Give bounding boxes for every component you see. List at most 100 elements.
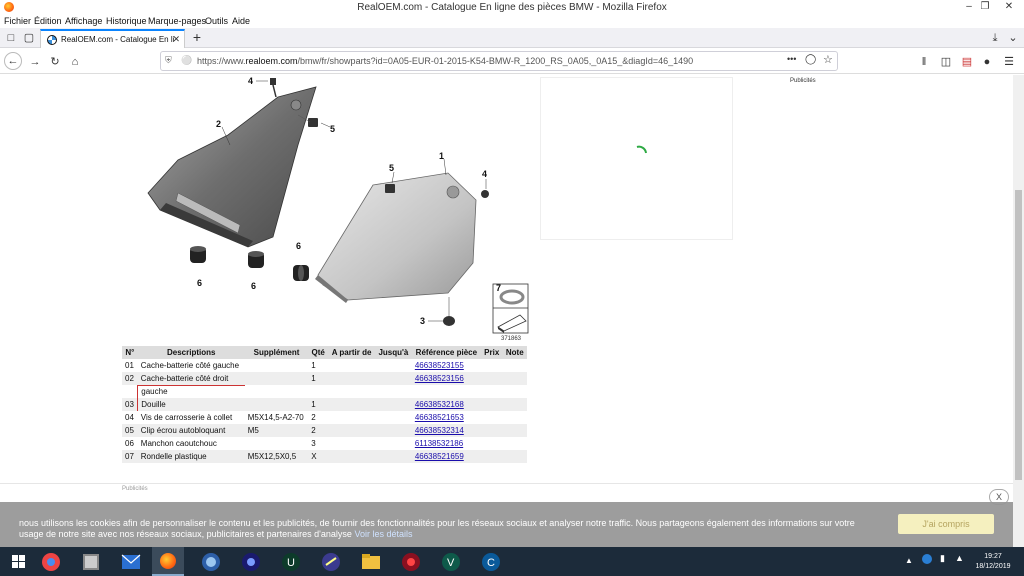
part-6-grommet-a xyxy=(190,246,206,263)
network-icon[interactable]: ▲ xyxy=(955,553,964,563)
callout-5-right: 5 xyxy=(389,163,394,173)
download-icon[interactable]: ⤓ xyxy=(986,29,1004,47)
menu-affichage[interactable]: Affichage xyxy=(65,16,102,26)
loading-spinner-icon xyxy=(636,145,647,154)
menu-marque-pages[interactable]: Marque-pages xyxy=(148,16,206,26)
sidebar-toggle-icon[interactable]: ◫ xyxy=(937,53,955,71)
tray-app-icon[interactable] xyxy=(922,554,932,564)
firefox-taskbar-button[interactable] xyxy=(152,547,184,576)
tab-close-icon[interactable]: ✕ xyxy=(172,34,180,45)
part-link[interactable]: 46638521659 xyxy=(415,452,464,461)
ad-label-bottom: Publicités xyxy=(122,486,148,492)
menu-aide[interactable]: Aide xyxy=(232,16,250,26)
col-number: N° xyxy=(122,346,138,359)
ad-label-right: Publicités xyxy=(790,78,816,84)
forward-button[interactable]: → xyxy=(26,53,44,71)
windows-taskbar: U V C ▲ ▮ ▲ 19:27 18/12/2019 xyxy=(0,547,1024,576)
table-row-note: gauche xyxy=(122,384,527,398)
col-until: Jusqu'à xyxy=(375,346,412,359)
pocket-icon[interactable]: ◯ xyxy=(805,54,816,65)
home-icon[interactable]: ⌂ xyxy=(66,53,84,71)
col-description: Descriptions xyxy=(137,346,245,359)
cookie-accept-button[interactable]: J'ai compris xyxy=(898,514,994,534)
part-1-cover-right xyxy=(315,172,477,303)
app-icon[interactable]: V xyxy=(436,550,466,574)
callout-4-top: 4 xyxy=(248,76,253,86)
callout-7: 7 xyxy=(496,283,501,293)
callout-4-right: 4 xyxy=(482,169,487,179)
app-icon[interactable]: U xyxy=(276,550,306,574)
part-link[interactable]: 46638521653 xyxy=(415,413,464,422)
table-row: 05 Clip écrou autobloquant M5 2 46638532… xyxy=(122,424,527,437)
diagram-ref-number: 371863 xyxy=(501,336,522,342)
page-actions-icon[interactable]: ••• xyxy=(787,54,796,64)
cookie-banner: nous utilisons les cookies afin de perso… xyxy=(0,502,1013,547)
part-2-cover-left xyxy=(147,86,317,248)
battery-icon[interactable]: ▮ xyxy=(940,553,945,564)
callout-3: 3 xyxy=(420,316,425,326)
library-icon[interactable]: ‖ xyxy=(915,53,933,71)
new-tab-button[interactable]: + xyxy=(188,29,206,47)
table-row: 03 Douille 1 46638532168 xyxy=(122,398,527,411)
windows-start-icon[interactable] xyxy=(4,550,34,574)
mail-icon[interactable] xyxy=(116,550,146,574)
reload-button[interactable]: ↻ xyxy=(46,53,64,71)
menu-fichier[interactable]: Fichier xyxy=(4,16,31,26)
chrome-icon[interactable] xyxy=(36,550,66,574)
window-title: RealOEM.com - Catalogue En ligne des piè… xyxy=(357,2,667,13)
scrollbar-thumb[interactable] xyxy=(1015,190,1022,480)
sidebar-icon[interactable]: ▢ xyxy=(20,29,38,47)
back-button[interactable]: ← xyxy=(4,52,22,70)
callout-1: 1 xyxy=(439,151,444,161)
navigation-bar: ← → ↻ ⌂ ⛨ ⚪ https://www.realoem.com/bmw/… xyxy=(0,48,1024,74)
col-from: A partir de xyxy=(328,346,375,359)
menu-edition[interactable]: Édition xyxy=(34,16,62,26)
app-icon[interactable] xyxy=(316,550,346,574)
part-6-grommet-b xyxy=(248,251,264,268)
part-link[interactable]: 61138532186 xyxy=(415,439,463,448)
lock-icon[interactable]: ⚪ xyxy=(181,55,192,66)
tab-list-icon[interactable]: □ xyxy=(2,29,20,47)
overflow-icon[interactable]: ⌄ xyxy=(1004,29,1022,47)
globe-app-icon[interactable] xyxy=(196,550,226,574)
menu-outils[interactable]: Outils xyxy=(205,16,228,26)
table-row: 07 Rondelle plastique M5X12,5X0,5 X 4663… xyxy=(122,450,527,463)
window-titlebar: RealOEM.com - Catalogue En ligne des piè… xyxy=(0,0,1024,14)
part-7-inset: 7 xyxy=(492,283,529,334)
col-price: Prix xyxy=(480,346,503,359)
app-icon[interactable]: C xyxy=(476,550,506,574)
app-icon[interactable] xyxy=(76,550,106,574)
table-row: 06 Manchon caoutchouc 3 61138532186 xyxy=(122,437,527,450)
table-row: 04 Vis de carrosserie à collet M5X14,5-A… xyxy=(122,411,527,424)
cookie-details-link[interactable]: Voir les détails xyxy=(354,529,412,539)
tab-bar: □ ▢ RealOEM.com - Catalogue En li ✕ + ⤓ … xyxy=(0,28,1024,48)
part-4-screw-top xyxy=(270,78,277,98)
part-link[interactable]: 46638532168 xyxy=(415,400,464,409)
part-link[interactable]: 46638523156 xyxy=(415,374,464,383)
taskbar-clock[interactable]: 19:27 18/12/2019 xyxy=(968,552,1018,572)
svg-text:U: U xyxy=(287,557,295,569)
col-quantity: Qté xyxy=(308,346,329,359)
part-link[interactable]: 46638532314 xyxy=(415,426,464,435)
firefox-taskbar-icon xyxy=(160,553,176,569)
page-content: 4 2 5 1 5 4 6 6 6 3 7 371863 Publicités xyxy=(0,75,1013,547)
shield-icon[interactable]: ⛨ xyxy=(165,55,172,66)
table-header-row: N° Descriptions Supplément Qté A partir … xyxy=(122,346,527,359)
annotation-text: gauche xyxy=(137,384,245,398)
tray-chevron-icon[interactable]: ▲ xyxy=(905,556,913,565)
hamburger-menu-icon[interactable]: ☰ xyxy=(1000,53,1018,71)
ad-box xyxy=(540,77,733,240)
url-bar[interactable]: ⛨ ⚪ https://www.realoem.com/bmw/fr/showp… xyxy=(160,51,838,71)
part-link[interactable]: 46638523155 xyxy=(415,361,464,370)
tab-realoem[interactable]: RealOEM.com - Catalogue En li ✕ xyxy=(40,29,185,48)
menu-bar: Fichier Édition Affichage Historique Mar… xyxy=(0,14,1024,28)
app-icon[interactable] xyxy=(236,550,266,574)
callout-5-left: 5 xyxy=(330,124,335,134)
account-icon[interactable]: ● xyxy=(978,53,996,71)
bookmark-star-icon[interactable]: ☆ xyxy=(823,53,833,66)
folder-icon[interactable] xyxy=(356,550,386,574)
pocket-save-icon[interactable]: ▤ xyxy=(958,53,976,71)
close-window-button[interactable]: ✕ xyxy=(994,0,1024,14)
app-icon[interactable] xyxy=(396,550,426,574)
menu-historique[interactable]: Historique xyxy=(106,16,147,26)
